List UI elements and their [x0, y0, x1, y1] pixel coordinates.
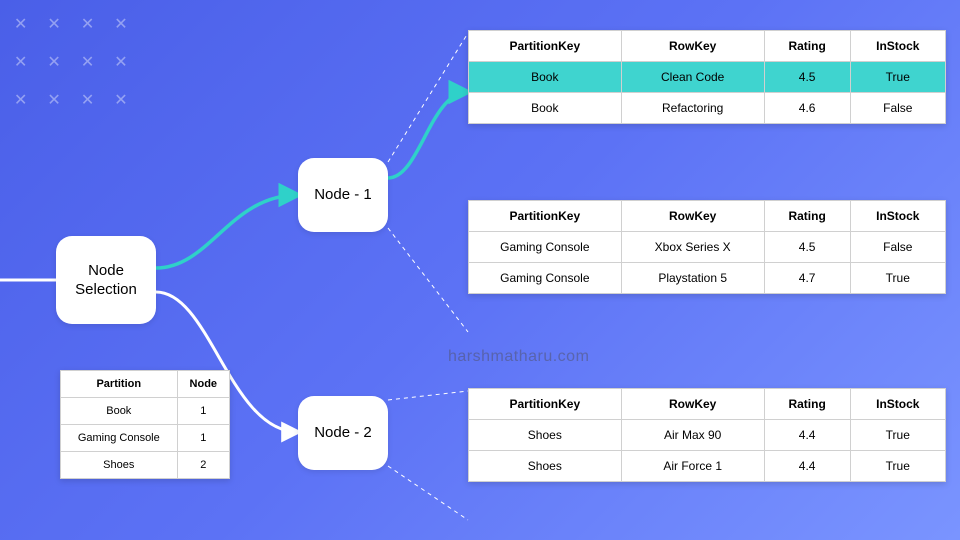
watermark-text: harshmatharu.com	[448, 348, 589, 366]
table-header-row: PartitionKey RowKey Rating InStock	[469, 201, 946, 232]
table-row: Gaming Console Playstation 5 4.7 True	[469, 263, 946, 294]
node-selection-box: Node Selection	[56, 236, 156, 324]
data-table-gaming: PartitionKey RowKey Rating InStock Gamin…	[468, 200, 946, 294]
table-row: Gaming Console 1	[61, 425, 230, 452]
table-row: Book 1	[61, 398, 230, 425]
header-partitionkey: PartitionKey	[469, 31, 622, 62]
header-instock: InStock	[850, 31, 945, 62]
partition-lookup-table: Partition Node Book 1 Gaming Console 1 S…	[60, 370, 230, 479]
decor-x-grid: ✕✕✕✕ ✕✕✕✕ ✕✕✕✕	[14, 14, 128, 110]
node-2-label: Node - 2	[314, 423, 372, 443]
header-rating: Rating	[764, 31, 850, 62]
header-partition: Partition	[61, 371, 178, 398]
table-row: Book Refactoring 4.6 False	[469, 93, 946, 124]
table-row: Book Clean Code 4.5 True	[469, 62, 946, 93]
table-row: Shoes 2	[61, 452, 230, 479]
data-table-shoes: PartitionKey RowKey Rating InStock Shoes…	[468, 388, 946, 482]
node-1-box: Node - 1	[298, 158, 388, 232]
table-header-row: Partition Node	[61, 371, 230, 398]
data-table-book: PartitionKey RowKey Rating InStock Book …	[468, 30, 946, 124]
table-header-row: PartitionKey RowKey Rating InStock	[469, 389, 946, 420]
table-header-row: PartitionKey RowKey Rating InStock	[469, 31, 946, 62]
header-rowkey: RowKey	[621, 31, 764, 62]
table-row: Shoes Air Force 1 4.4 True	[469, 451, 946, 482]
node-1-label: Node - 1	[314, 185, 372, 205]
node-2-box: Node - 2	[298, 396, 388, 470]
table-row: Gaming Console Xbox Series X 4.5 False	[469, 232, 946, 263]
header-node: Node	[177, 371, 229, 398]
node-selection-label: Node Selection	[75, 261, 137, 300]
table-row: Shoes Air Max 90 4.4 True	[469, 420, 946, 451]
